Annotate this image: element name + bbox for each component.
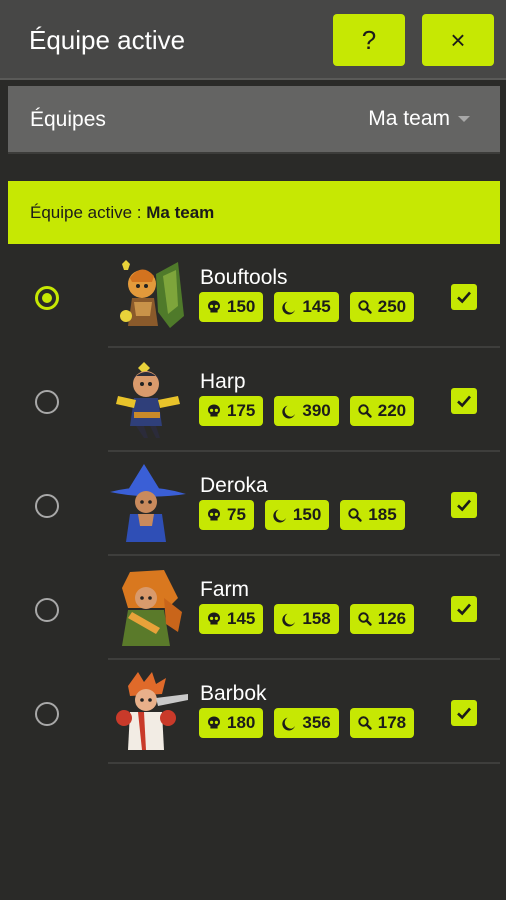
- stat-search-value: 178: [377, 713, 407, 732]
- character-row[interactable]: Deroka 75 150 185: [0, 452, 506, 556]
- character-stats: 175 390 220: [199, 396, 415, 426]
- skull-icon: [208, 404, 220, 417]
- search-icon: [358, 612, 372, 626]
- skull-icon: [208, 716, 220, 729]
- character-avatar: [110, 464, 186, 542]
- stat-skull: 75: [199, 500, 254, 530]
- character-row[interactable]: Barbok 180 356 178: [0, 660, 506, 764]
- character-name: Harp: [200, 370, 246, 393]
- character-name: Bouftools: [200, 266, 288, 289]
- moon-icon: [282, 717, 296, 731]
- character-checkbox[interactable]: [451, 388, 477, 414]
- character-stats: 75 150 185: [199, 500, 405, 530]
- character-name: Farm: [200, 578, 249, 601]
- active-team-name: Ma team: [146, 203, 215, 222]
- active-character-radio[interactable]: [35, 494, 59, 518]
- stat-moon-value: 356: [302, 713, 331, 732]
- stat-moon-value: 390: [302, 401, 331, 420]
- stat-search-value: 220: [377, 401, 407, 420]
- stat-search-value: 126: [377, 609, 407, 628]
- active-team-banner: Équipe active : Ma team: [8, 181, 500, 244]
- moon-icon: [282, 405, 296, 419]
- stat-search: 178: [349, 708, 415, 738]
- team-selector-value[interactable]: Ma team: [368, 107, 450, 131]
- moon-icon: [282, 613, 296, 627]
- stat-search: 185: [340, 500, 405, 530]
- stat-search: 220: [349, 396, 415, 426]
- stat-skull: 150: [199, 292, 264, 322]
- skull-icon: [208, 612, 220, 625]
- stat-skull-value: 175: [227, 401, 256, 420]
- active-character-radio[interactable]: [35, 702, 59, 726]
- search-icon: [348, 508, 362, 522]
- character-avatar: [120, 260, 184, 328]
- character-avatar: [122, 570, 182, 646]
- app-header: Équipe active ? ×: [0, 0, 506, 80]
- character-name: Barbok: [200, 682, 267, 705]
- checkmark-icon: [457, 603, 471, 616]
- search-icon: [358, 300, 372, 314]
- active-character-radio[interactable]: [35, 390, 59, 414]
- character-name: Deroka: [200, 474, 268, 497]
- character-stats: 180 356 178: [199, 708, 415, 738]
- stat-moon: 150: [264, 500, 330, 530]
- stat-moon: 158: [274, 604, 339, 634]
- team-selector[interactable]: Équipes Ma team: [8, 86, 500, 154]
- page-title: Équipe active: [29, 25, 186, 55]
- stat-moon: 390: [274, 396, 339, 426]
- character-row[interactable]: Bouftools 150 145 250: [0, 244, 506, 348]
- active-team-text: Équipe active : Ma team: [30, 203, 214, 223]
- stat-skull-value: 75: [227, 505, 246, 524]
- skull-icon: [208, 300, 220, 313]
- stat-skull: 175: [199, 396, 264, 426]
- search-icon: [358, 404, 372, 418]
- active-character-radio[interactable]: [35, 598, 59, 622]
- team-selector-label: Équipes: [30, 108, 106, 131]
- row-divider: [108, 762, 500, 764]
- character-checkbox[interactable]: [451, 596, 477, 622]
- moon-icon: [282, 301, 296, 315]
- character-row[interactable]: Harp 175 390 220: [0, 348, 506, 452]
- character-row[interactable]: Farm 145 158 126: [0, 556, 506, 660]
- stat-moon-value: 158: [302, 609, 331, 628]
- character-stats: 145 158 126: [199, 604, 415, 634]
- search-icon: [358, 716, 372, 730]
- stat-search-value: 185: [368, 505, 397, 524]
- help-button[interactable]: ?: [333, 14, 405, 66]
- character-stats: 150 145 250: [199, 292, 415, 322]
- stat-skull-value: 180: [227, 713, 256, 732]
- stat-search: 126: [349, 604, 415, 634]
- stat-skull-value: 150: [227, 297, 256, 316]
- stat-moon-value: 150: [292, 505, 322, 524]
- character-checkbox[interactable]: [451, 492, 477, 518]
- checkmark-icon: [457, 707, 471, 720]
- skull-icon: [208, 508, 220, 521]
- moon-icon: [273, 509, 286, 523]
- character-avatar: [116, 672, 188, 750]
- close-button[interactable]: ×: [422, 14, 494, 66]
- stat-skull: 180: [199, 708, 264, 738]
- stat-moon-value: 145: [302, 297, 331, 316]
- checkmark-icon: [457, 499, 471, 512]
- stat-skull: 145: [199, 604, 264, 634]
- stat-moon: 145: [274, 292, 339, 322]
- checkmark-icon: [457, 395, 471, 408]
- stat-skull-value: 145: [227, 609, 256, 628]
- character-avatar: [116, 362, 180, 438]
- active-team-prefix: Équipe active :: [30, 203, 147, 222]
- stat-moon: 356: [274, 708, 339, 738]
- character-checkbox[interactable]: [451, 284, 477, 310]
- stat-search-value: 250: [377, 297, 407, 316]
- character-checkbox[interactable]: [451, 700, 477, 726]
- stat-search: 250: [349, 292, 415, 322]
- chevron-down-icon[interactable]: [458, 116, 470, 122]
- active-character-radio[interactable]: [35, 286, 59, 310]
- checkmark-icon: [457, 291, 471, 304]
